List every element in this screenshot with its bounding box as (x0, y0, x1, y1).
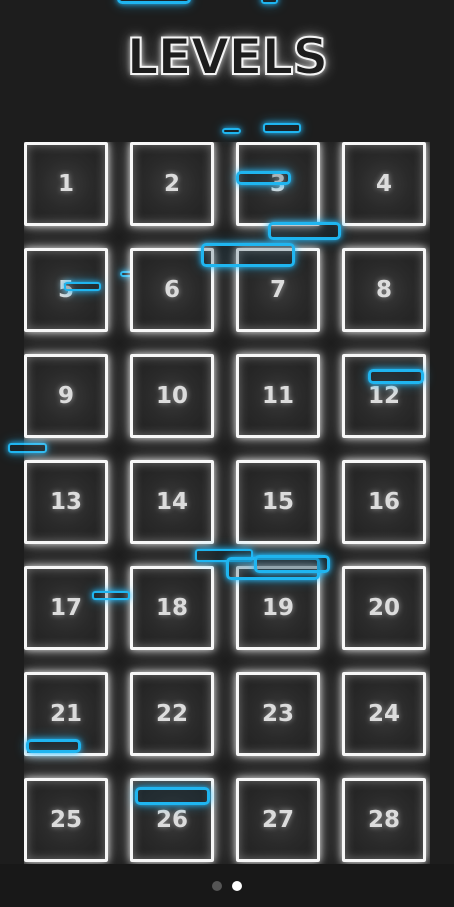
level-number: 2 (163, 171, 180, 197)
level-number: 20 (367, 595, 400, 621)
neon-bar (92, 591, 130, 600)
page-dot-2[interactable] (232, 881, 242, 891)
level-number: 6 (163, 277, 180, 303)
level-number: 1 (57, 171, 74, 197)
level-tile[interactable]: 28 (342, 778, 426, 862)
level-number: 27 (261, 807, 294, 833)
level-tile[interactable]: 4 (342, 142, 426, 226)
neon-bar (368, 369, 424, 384)
level-tile[interactable]: 25 (24, 778, 108, 862)
neon-bar (135, 787, 210, 805)
neon-bar (263, 123, 301, 133)
level-number: 10 (155, 383, 188, 409)
level-number: 11 (261, 383, 294, 409)
neon-bar (261, 0, 278, 4)
level-number: 28 (367, 807, 400, 833)
page-title: LEVELS (126, 27, 330, 87)
level-tile[interactable]: 23 (236, 672, 320, 756)
level-number: 9 (57, 383, 74, 409)
level-tile[interactable]: 12 (342, 354, 426, 438)
neon-bar (268, 222, 341, 240)
neon-bar (26, 739, 81, 753)
level-number: 17 (49, 595, 82, 621)
level-tile[interactable]: 1 (24, 142, 108, 226)
level-number: 23 (261, 701, 294, 727)
neon-bar (236, 171, 291, 185)
level-number: 18 (155, 595, 188, 621)
level-tile[interactable]: 24 (342, 672, 426, 756)
level-tile[interactable]: 16 (342, 460, 426, 544)
level-tile[interactable]: 18 (130, 566, 214, 650)
page-indicator (0, 864, 454, 907)
level-number: 19 (261, 595, 294, 621)
level-number: 16 (367, 489, 400, 515)
level-tile[interactable]: 27 (236, 778, 320, 862)
level-number: 4 (375, 171, 392, 197)
level-tile[interactable]: 17 (24, 566, 108, 650)
level-tile[interactable]: 9 (24, 354, 108, 438)
level-tile[interactable]: 10 (130, 354, 214, 438)
level-number: 13 (49, 489, 82, 515)
neon-bar (254, 555, 330, 573)
level-tile[interactable]: 11 (236, 354, 320, 438)
level-number: 14 (155, 489, 188, 515)
neon-bar (201, 243, 295, 267)
level-number: 25 (49, 807, 82, 833)
level-select-screen: LEVELS 1 2 3 4 5 6 7 8 9 10 11 12 13 14 15 16 17 18 19 20 21… (0, 0, 454, 907)
level-tile[interactable]: 13 (24, 460, 108, 544)
neon-bar (64, 282, 101, 291)
level-tile[interactable]: 15 (236, 460, 320, 544)
level-tile[interactable]: 20 (342, 566, 426, 650)
level-number: 22 (155, 701, 188, 727)
page-dot-1[interactable] (212, 881, 222, 891)
level-tile[interactable]: 14 (130, 460, 214, 544)
level-tile[interactable]: 8 (342, 248, 426, 332)
level-number: 15 (261, 489, 294, 515)
neon-bar (117, 0, 191, 4)
level-tile[interactable]: 22 (130, 672, 214, 756)
neon-bar (222, 128, 241, 134)
level-number: 24 (367, 701, 400, 727)
level-number: 8 (375, 277, 392, 303)
level-tile[interactable]: 2 (130, 142, 214, 226)
